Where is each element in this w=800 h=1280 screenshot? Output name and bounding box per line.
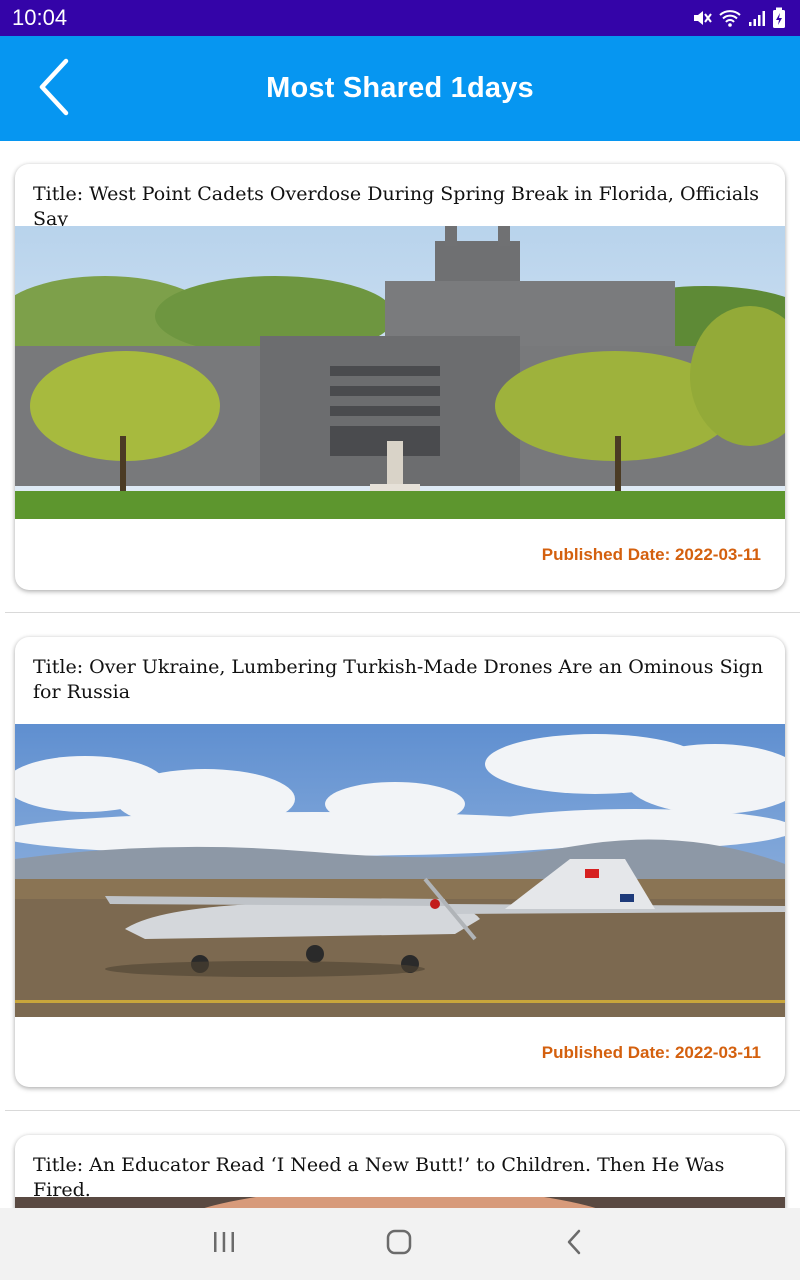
recents-button[interactable] (204, 1226, 244, 1262)
navigation-bar (0, 1208, 800, 1280)
system-back-button[interactable] (554, 1226, 594, 1262)
home-icon (386, 1229, 412, 1259)
battery-charging-icon (772, 7, 786, 29)
article-card[interactable]: Title: Over Ukraine, Lumbering Turkish-M… (15, 637, 785, 1087)
chevron-left-icon (36, 57, 72, 121)
wifi-icon (718, 8, 742, 28)
app-bar: Most Shared 1days (0, 36, 800, 141)
article-title: Title: Over Ukraine, Lumbering Turkish-M… (33, 656, 764, 703)
status-icons (692, 7, 786, 29)
article-card[interactable]: Title: An Educator Read ‘I Need a New Bu… (15, 1135, 785, 1208)
article-image (15, 226, 785, 519)
divider (5, 612, 800, 613)
back-icon (565, 1229, 583, 1259)
article-card[interactable]: Title: West Point Cadets Overdose During… (15, 164, 785, 590)
article-image (15, 1187, 785, 1208)
article-image (15, 724, 785, 1017)
article-title: Title: An Educator Read ‘I Need a New Bu… (33, 1154, 725, 1201)
published-date: Published Date: 2022-03-11 (541, 1043, 761, 1062)
mute-icon (692, 8, 712, 28)
signal-icon (748, 9, 766, 27)
back-button[interactable] (28, 58, 80, 120)
status-bar: 10:04 (0, 0, 800, 36)
page-title: Most Shared 1days (266, 72, 534, 104)
article-list[interactable]: Title: West Point Cadets Overdose During… (0, 141, 800, 1208)
home-button[interactable] (379, 1226, 419, 1262)
published-date: Published Date: 2022-03-11 (541, 545, 761, 564)
status-time: 10:04 (12, 5, 68, 30)
recents-icon (212, 1230, 236, 1258)
article-title: Title: West Point Cadets Overdose During… (33, 183, 760, 230)
divider (5, 1110, 800, 1111)
